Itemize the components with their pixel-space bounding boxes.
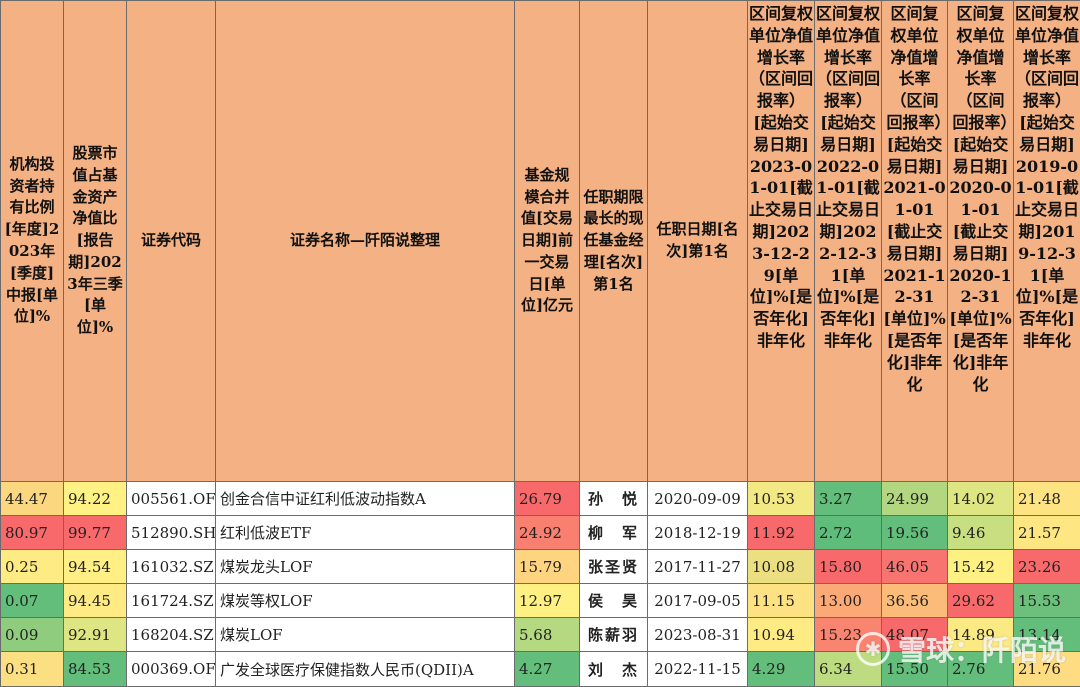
fund-table: 机构投资者持有比例[年度]2023年[季度]中报[单位]% 股票市值占基金资产净… <box>0 0 1080 687</box>
cell-manager[interactable]: 柳 军 <box>580 516 648 550</box>
cell-return-2021[interactable]: 19.56 <box>882 516 948 550</box>
header-row: 机构投资者持有比例[年度]2023年[季度]中报[单位]% 股票市值占基金资产净… <box>1 1 1080 482</box>
cell-return-2022[interactable]: 3.27 <box>815 482 882 516</box>
cell-code[interactable]: 168204.SZ <box>127 618 216 652</box>
table-row[interactable]: 0.0794.45161724.SZ煤炭等权LOF12.97侯 昊2017-09… <box>1 584 1080 618</box>
cell-name[interactable]: 红利低波ETF <box>216 516 515 550</box>
cell-manager[interactable]: 孙 悦 <box>580 482 648 516</box>
cell-inst-holding[interactable]: 0.07 <box>1 584 64 618</box>
cell-code[interactable]: 161032.SZ <box>127 550 216 584</box>
cell-stock-ratio[interactable]: 92.91 <box>64 618 127 652</box>
snowball-logo-icon: ✱ <box>856 632 890 666</box>
cell-start-date[interactable]: 2023-08-31 <box>648 618 748 652</box>
cell-return-2021[interactable]: 46.05 <box>882 550 948 584</box>
cell-return-2023[interactable]: 4.29 <box>748 652 815 686</box>
cell-manager[interactable]: 陈薪羽 <box>580 618 648 652</box>
table-row[interactable]: 0.2594.54161032.SZ煤炭龙头LOF15.79张圣贤2017-11… <box>1 550 1080 584</box>
header-return-2020[interactable]: 区间复权单位净值增长率（区间回报率）[起始交易日期]2020-01-01[截止交… <box>948 1 1014 482</box>
cell-manager[interactable]: 刘 杰 <box>580 652 648 686</box>
cell-start-date[interactable]: 2018-12-19 <box>648 516 748 550</box>
cell-stock-ratio[interactable]: 94.54 <box>64 550 127 584</box>
cell-code[interactable]: 161724.SZ <box>127 584 216 618</box>
header-name[interactable]: 证券名称—阡陌说整理 <box>216 1 515 482</box>
watermark: ✱ 雪球：阡陌说 <box>856 629 1066 669</box>
cell-manager[interactable]: 侯 昊 <box>580 584 648 618</box>
cell-inst-holding[interactable]: 0.31 <box>1 652 64 686</box>
cell-scale[interactable]: 12.97 <box>515 584 580 618</box>
cell-return-2023[interactable]: 10.08 <box>748 550 815 584</box>
cell-return-2019[interactable]: 21.48 <box>1014 482 1080 516</box>
header-start-date[interactable]: 任职日期[名次]第1名 <box>648 1 748 482</box>
cell-inst-holding[interactable]: 80.97 <box>1 516 64 550</box>
header-return-2019[interactable]: 区间复权单位净值增长率（区间回报率）[起始交易日期]2019-01-01[截止交… <box>1014 1 1080 482</box>
header-return-2022[interactable]: 区间复权单位净值增长率（区间回报率）[起始交易日期]2022-01-01[截止交… <box>815 1 882 482</box>
cell-return-2021[interactable]: 36.56 <box>882 584 948 618</box>
cell-name[interactable]: 煤炭LOF <box>216 618 515 652</box>
cell-return-2020[interactable]: 9.46 <box>948 516 1014 550</box>
header-inst-holding[interactable]: 机构投资者持有比例[年度]2023年[季度]中报[单位]% <box>1 1 64 482</box>
cell-return-2022[interactable]: 13.00 <box>815 584 882 618</box>
cell-code[interactable]: 005561.OF <box>127 482 216 516</box>
watermark-text: 雪球：阡陌说 <box>898 629 1066 669</box>
cell-return-2022[interactable]: 15.80 <box>815 550 882 584</box>
cell-return-2019[interactable]: 15.53 <box>1014 584 1080 618</box>
cell-return-2020[interactable]: 29.62 <box>948 584 1014 618</box>
header-code[interactable]: 证券代码 <box>127 1 216 482</box>
cell-return-2023[interactable]: 10.53 <box>748 482 815 516</box>
cell-inst-holding[interactable]: 0.09 <box>1 618 64 652</box>
cell-return-2019[interactable]: 21.57 <box>1014 516 1080 550</box>
cell-start-date[interactable]: 2017-11-27 <box>648 550 748 584</box>
cell-scale[interactable]: 4.27 <box>515 652 580 686</box>
cell-return-2020[interactable]: 14.02 <box>948 482 1014 516</box>
cell-code[interactable]: 512890.SH <box>127 516 216 550</box>
cell-return-2021[interactable]: 24.99 <box>882 482 948 516</box>
cell-scale[interactable]: 5.68 <box>515 618 580 652</box>
cell-scale[interactable]: 24.92 <box>515 516 580 550</box>
cell-name[interactable]: 广发全球医疗保健指数人民币(QDII)A <box>216 652 515 686</box>
cell-start-date[interactable]: 2020-09-09 <box>648 482 748 516</box>
cell-stock-ratio[interactable]: 94.45 <box>64 584 127 618</box>
cell-return-2023[interactable]: 11.15 <box>748 584 815 618</box>
cell-return-2020[interactable]: 15.42 <box>948 550 1014 584</box>
cell-stock-ratio[interactable]: 94.22 <box>64 482 127 516</box>
cell-name[interactable]: 煤炭龙头LOF <box>216 550 515 584</box>
cell-start-date[interactable]: 2022-11-15 <box>648 652 748 686</box>
cell-scale[interactable]: 15.79 <box>515 550 580 584</box>
cell-scale[interactable]: 26.79 <box>515 482 580 516</box>
header-return-2021[interactable]: 区间复权单位净值增长率（区间回报率）[起始交易日期]2021-01-01[截止交… <box>882 1 948 482</box>
cell-return-2022[interactable]: 2.72 <box>815 516 882 550</box>
cell-inst-holding[interactable]: 0.25 <box>1 550 64 584</box>
header-return-2023[interactable]: 区间复权单位净值增长率（区间回报率）[起始交易日期]2023-01-01[截止交… <box>748 1 815 482</box>
cell-start-date[interactable]: 2017-09-05 <box>648 584 748 618</box>
cell-stock-ratio[interactable]: 84.53 <box>64 652 127 686</box>
cell-manager[interactable]: 张圣贤 <box>580 550 648 584</box>
cell-name[interactable]: 创金合信中证红利低波动指数A <box>216 482 515 516</box>
header-scale[interactable]: 基金规模合并值[交易日期]前一交易日[单位]亿元 <box>515 1 580 482</box>
cell-return-2023[interactable]: 10.94 <box>748 618 815 652</box>
header-stock-ratio[interactable]: 股票市值占基金资产净值比[报告期]2023年三季[单位]% <box>64 1 127 482</box>
cell-code[interactable]: 000369.OF <box>127 652 216 686</box>
cell-stock-ratio[interactable]: 99.77 <box>64 516 127 550</box>
header-manager[interactable]: 任职期限最长的现任基金经理[名次]第1名 <box>580 1 648 482</box>
table-row[interactable]: 44.4794.22005561.OF创金合信中证红利低波动指数A26.79孙 … <box>1 482 1080 516</box>
cell-return-2019[interactable]: 23.26 <box>1014 550 1080 584</box>
cell-name[interactable]: 煤炭等权LOF <box>216 584 515 618</box>
table-row[interactable]: 80.9799.77512890.SH红利低波ETF24.92柳 军2018-1… <box>1 516 1080 550</box>
cell-inst-holding[interactable]: 44.47 <box>1 482 64 516</box>
cell-return-2023[interactable]: 11.92 <box>748 516 815 550</box>
